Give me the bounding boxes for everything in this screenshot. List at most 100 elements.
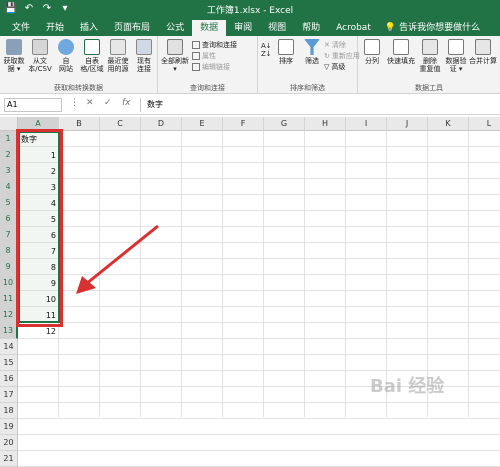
row-header-17[interactable]: 17 (0, 387, 18, 403)
worksheet-grid[interactable]: ABCDEFGHIJKL 1 2 3 4 5 6 7 8 9 10 11 12 13 14 15 16 17 18… (0, 117, 500, 467)
from-csv-button[interactable]: 从文 本/CSV (28, 39, 52, 73)
recent-sources-icon (110, 39, 126, 55)
refresh-icon (167, 39, 183, 55)
lightbulb-icon: 💡 (384, 23, 397, 33)
existing-connections-button[interactable]: 现有 连接 (132, 39, 156, 73)
text-file-icon (32, 39, 48, 55)
consolidate-icon (475, 39, 491, 55)
column-header-H[interactable]: H (305, 117, 346, 131)
cancel-icon[interactable]: ✕ (86, 98, 94, 108)
recent-label2: 用的源 (107, 65, 129, 73)
row-header-14[interactable]: 14 (0, 339, 18, 355)
tab-file[interactable]: 文件 (4, 20, 38, 36)
existing-label1: 现有 (137, 57, 151, 65)
gridline-col (304, 131, 305, 417)
from-csv-label1: 从文 (33, 57, 47, 65)
column-header-C[interactable]: C (100, 117, 141, 131)
column-header-I[interactable]: I (346, 117, 387, 131)
validation-label1: 数据验 (445, 57, 467, 65)
from-csv-label2: 本/CSV (28, 65, 52, 73)
consolidate-label: 合并计算 (469, 57, 497, 65)
column-header-K[interactable]: K (428, 117, 469, 131)
refresh-all-label2: ▾ (173, 65, 177, 73)
tab-page-layout[interactable]: 页面布局 (106, 20, 158, 36)
sort-button[interactable]: 排序 (274, 39, 298, 65)
queries-icon (192, 41, 200, 49)
group-data-tools-label: 数据工具 (415, 84, 443, 92)
advanced-filter-button[interactable]: ▽ 高级 (324, 62, 345, 72)
formula-input[interactable]: 数字 (140, 98, 496, 112)
from-table-button[interactable]: 自表 格/区域 (80, 39, 104, 73)
sort-label: 排序 (279, 57, 293, 65)
watermark-logo: Bai 经验 (370, 376, 445, 397)
column-header-G[interactable]: G (264, 117, 305, 131)
data-validation-button[interactable]: 数据验 证 ▾ (444, 39, 468, 73)
validation-label2: 证 ▾ (449, 65, 463, 73)
gridline-row (18, 450, 500, 451)
sort-az-icon: A↓ (261, 42, 272, 50)
row-header-19[interactable]: 19 (0, 419, 18, 435)
gridline-col (263, 131, 264, 417)
gridline-col (468, 131, 469, 417)
clear-filter-button[interactable]: ✕ 清除 (324, 40, 346, 50)
reapply-icon: ↻ (324, 52, 330, 60)
refresh-all-button[interactable]: 全部刷新 ▾ (160, 39, 190, 73)
group-data-tools: 分列 快速填充 删除 重复值 数据验 证 ▾ 合并计算 数据工具 (358, 36, 500, 94)
consolidate-button[interactable]: 合并计算 (468, 39, 498, 65)
from-web-button[interactable]: 自 网站 (54, 39, 78, 73)
insert-function-icon[interactable]: fx (122, 98, 131, 108)
globe-icon (58, 39, 74, 55)
gridline-col (222, 131, 223, 417)
recent-sources-button[interactable]: 最近使 用的源 (106, 39, 130, 73)
sort-icon (278, 39, 294, 55)
title-bar: 💾 ↶ ↷ ▾ 工作簿1.xlsx - Excel (0, 0, 500, 18)
row-header-21[interactable]: 21 (0, 451, 18, 467)
edit-links-icon (192, 63, 200, 71)
tab-home[interactable]: 开始 (38, 20, 72, 36)
get-data-button[interactable]: 获取数 据 ▾ (2, 39, 26, 73)
edit-links-label: 编辑链接 (202, 63, 230, 71)
queries-connections-button[interactable]: 查询和连接 (192, 40, 237, 50)
properties-button[interactable]: 属性 (192, 51, 216, 61)
column-header-J[interactable]: J (387, 117, 428, 131)
filter-label: 筛选 (305, 57, 319, 65)
tab-review[interactable]: 审阅 (226, 20, 260, 36)
group-get-transform-label: 获取和转换数据 (54, 84, 103, 92)
tab-data[interactable]: 数据 (192, 20, 227, 36)
existing-label2: 连接 (137, 65, 151, 73)
tab-acrobat[interactable]: Acrobat (328, 20, 379, 36)
filter-icon (304, 39, 320, 55)
remove-duplicates-button[interactable]: 删除 重复值 (418, 39, 442, 73)
filter-button[interactable]: 筛选 (300, 39, 324, 65)
edit-links-button[interactable]: 编辑链接 (192, 62, 230, 72)
more-options-icon: ⋮ (70, 98, 79, 108)
sort-za-icon: Z↓ (261, 50, 272, 58)
tab-view[interactable]: 视图 (260, 20, 294, 36)
enter-icon[interactable]: ✓ (104, 98, 112, 108)
row-header-16[interactable]: 16 (0, 371, 18, 387)
tab-insert[interactable]: 插入 (72, 20, 106, 36)
flash-fill-label: 快速填充 (387, 57, 415, 65)
row-header-20[interactable]: 20 (0, 435, 18, 451)
reapply-button[interactable]: ↻ 重新应用 (324, 51, 360, 61)
sort-az-button[interactable]: A↓ Z↓ (261, 42, 272, 58)
group-sort-filter-label: 排序和筛选 (290, 84, 325, 92)
remove-dup-label2: 重复值 (419, 65, 441, 73)
get-data-label1: 获取数 (3, 57, 25, 65)
column-header-F[interactable]: F (223, 117, 264, 131)
split-columns-icon (364, 39, 380, 55)
name-box[interactable]: A1 (4, 98, 62, 112)
column-header-E[interactable]: E (182, 117, 223, 131)
tab-formulas[interactable]: 公式 (158, 20, 192, 36)
flash-fill-button[interactable]: 快速填充 (386, 39, 416, 65)
tab-help[interactable]: 帮助 (294, 20, 328, 36)
row-header-15[interactable]: 15 (0, 355, 18, 371)
text-to-columns-button[interactable]: 分列 (360, 39, 384, 65)
data-validation-icon (448, 39, 464, 55)
column-header-B[interactable]: B (59, 117, 100, 131)
column-header-D[interactable]: D (141, 117, 182, 131)
column-header-L[interactable]: L (469, 117, 500, 131)
ribbon-data: 获取数 据 ▾ 从文 本/CSV 自 网站 自表 格/区域 最近使 用的源 现有… (0, 36, 500, 94)
tell-me-box[interactable]: 💡 告诉我你想要做什么 (379, 20, 486, 36)
window-title: 工作簿1.xlsx - Excel (206, 6, 294, 16)
